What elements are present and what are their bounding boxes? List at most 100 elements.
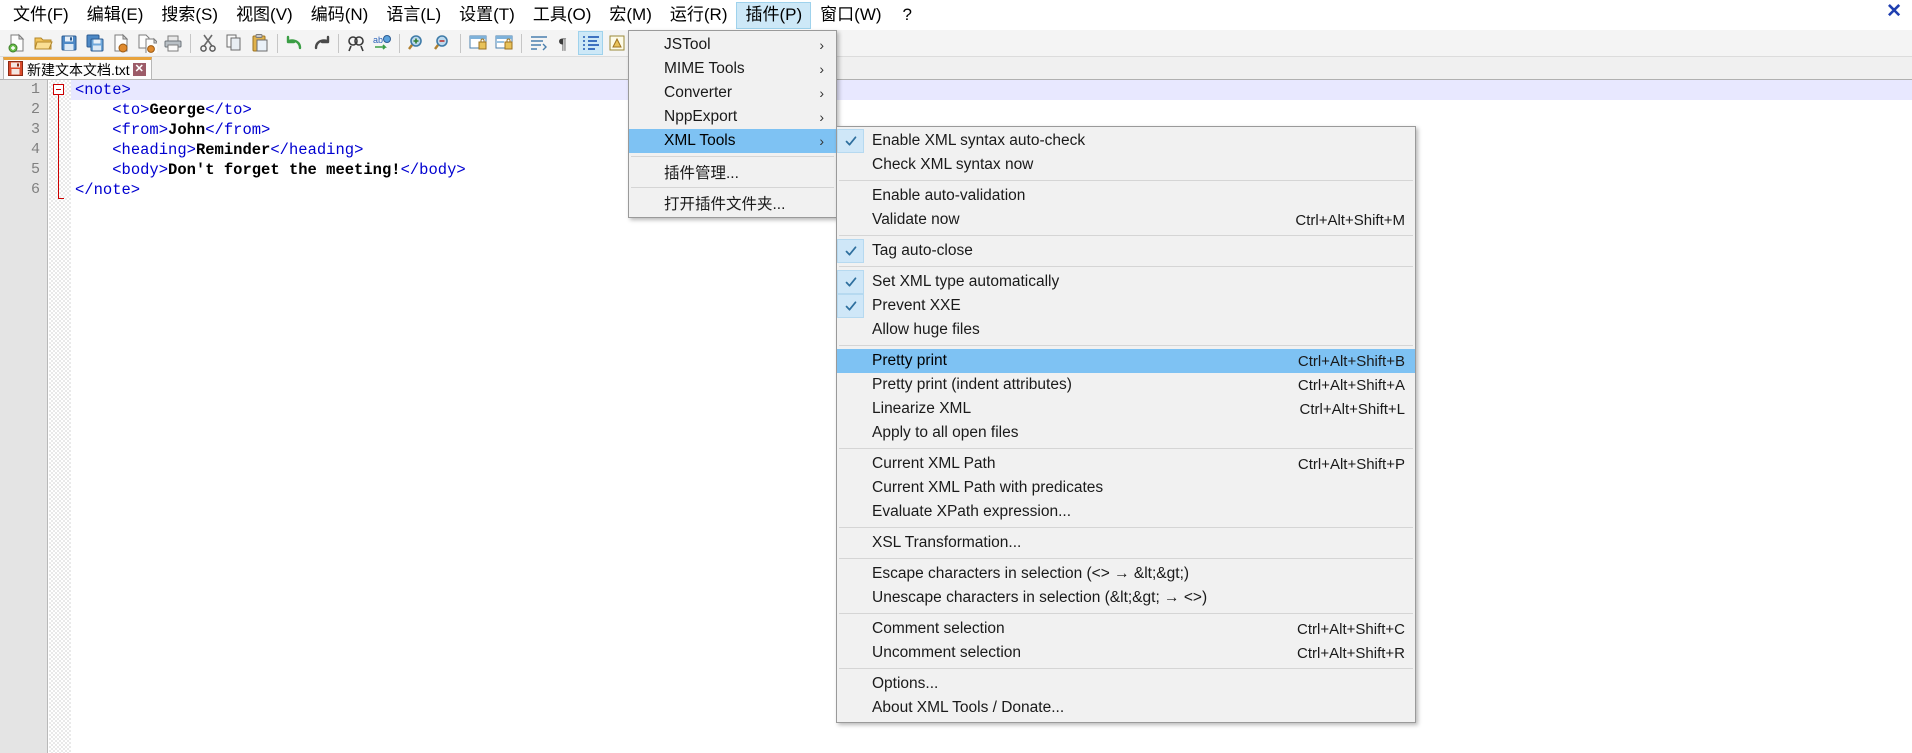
plugins-menu-item-label: NppExport: [664, 108, 738, 125]
replace-icon[interactable]: ab: [369, 31, 394, 55]
paste-icon[interactable]: [247, 31, 272, 55]
xml-tools-item-10[interactable]: Allow huge files: [837, 318, 1415, 342]
menu-12[interactable]: ?: [891, 2, 921, 29]
checkmark-icon: [837, 294, 864, 318]
xml-tools-item-30[interactable]: About XML Tools / Donate...: [837, 696, 1415, 720]
plugins-menu-item-4[interactable]: XML Tools ›: [629, 129, 836, 153]
xml-tools-item-23[interactable]: Escape characters in selection (<> → &lt…: [837, 562, 1415, 586]
cut-icon[interactable]: [195, 31, 220, 55]
xml-tools-separator: [839, 527, 1413, 528]
copy-icon[interactable]: [221, 31, 246, 55]
xml-tools-item-label: Evaluate XPath expression...: [872, 503, 1072, 520]
menu-4[interactable]: 编码(N): [302, 2, 378, 29]
tab-close-icon[interactable]: ✕: [132, 63, 146, 76]
menu-7[interactable]: 工具(O): [524, 2, 601, 29]
xml-tools-item-13[interactable]: Pretty print (indent attributes) Ctrl+Alt…: [837, 373, 1415, 397]
xml-tools-item-6[interactable]: Tag auto-close: [837, 239, 1415, 263]
ui-user-defined-dialog-icon[interactable]: [604, 31, 629, 55]
xml-tools-item-19[interactable]: Evaluate XPath expression...: [837, 500, 1415, 524]
word-wrap-icon[interactable]: [526, 31, 551, 55]
xml-tools-separator: [839, 613, 1413, 614]
print-icon[interactable]: [160, 31, 185, 55]
zoom-out-icon[interactable]: [430, 31, 455, 55]
plugins-menu-item-1[interactable]: MIME Tools ›: [629, 57, 836, 81]
show-all-chars-icon[interactable]: ¶: [552, 31, 577, 55]
plugins-menu-item-6[interactable]: 插件管理...: [629, 160, 836, 184]
xml-tools-item-21[interactable]: XSL Transformation...: [837, 531, 1415, 555]
xml-tools-item-27[interactable]: Uncomment selection Ctrl+Alt+Shift+R: [837, 641, 1415, 665]
undo-icon[interactable]: [282, 31, 307, 55]
xml-tools-item-label: Enable XML syntax auto-check: [872, 132, 1086, 149]
xml-tools-item-12[interactable]: Pretty print Ctrl+Alt+Shift+B: [837, 349, 1415, 373]
line-number: 6: [30, 181, 40, 198]
menu-9[interactable]: 运行(R): [661, 2, 737, 29]
menu-2[interactable]: 搜索(S): [152, 2, 227, 29]
svg-text:ab: ab: [373, 35, 383, 45]
xml-tools-submenu[interactable]: Enable XML syntax auto-check Check XML sy…: [836, 126, 1416, 723]
xml-tools-item-18[interactable]: Current XML Path with predicates: [837, 476, 1415, 500]
xml-tools-item-0[interactable]: Enable XML syntax auto-check: [837, 129, 1415, 153]
menu-3[interactable]: 视图(V): [227, 2, 302, 29]
close-file-icon[interactable]: [108, 31, 133, 55]
save-icon[interactable]: [56, 31, 81, 55]
plugins-menu-item-3[interactable]: NppExport ›: [629, 105, 836, 129]
xml-tools-item-label: Allow huge files: [872, 321, 980, 338]
xml-tools-item-label: XSL Transformation...: [872, 534, 1022, 551]
tab-new-text-document[interactable]: 新建文本文档.txt ✕: [3, 57, 152, 80]
open-file-icon[interactable]: [30, 31, 55, 55]
close-all-files-icon[interactable]: [134, 31, 159, 55]
plugins-menu-item-2[interactable]: Converter ›: [629, 81, 836, 105]
menu-0[interactable]: 文件(F): [4, 2, 78, 29]
menu-8[interactable]: 宏(M): [600, 2, 660, 29]
xml-tools-item-24[interactable]: Unescape characters in selection (&lt;&g…: [837, 586, 1415, 610]
xml-tools-item-label: Comment selection: [872, 620, 1005, 637]
toolbar-separator: [399, 33, 400, 53]
xml-tools-item-15[interactable]: Apply to all open files: [837, 421, 1415, 445]
toolbar-separator: [277, 33, 278, 53]
indent-guide-icon[interactable]: [578, 31, 603, 55]
checkmark-icon: [837, 270, 864, 294]
xml-tools-item-8[interactable]: Set XML type automatically: [837, 270, 1415, 294]
xml-tools-item-1[interactable]: Check XML syntax now: [837, 153, 1415, 177]
plugins-menu-item-0[interactable]: JSTool ›: [629, 33, 836, 57]
menu-5[interactable]: 语言(L): [377, 2, 450, 29]
xml-tools-item-3[interactable]: Enable auto-validation: [837, 184, 1415, 208]
menu-10[interactable]: 插件(P): [736, 1, 812, 29]
plugins-menu[interactable]: JSTool › MIME Tools › Converter › NppExport › XM…: [628, 30, 837, 218]
plugins-menu-item-8[interactable]: 打开插件文件夹...: [629, 191, 836, 215]
plugins-menu-separator: [631, 187, 834, 188]
xml-tools-item-shortcut: Ctrl+Alt+Shift+A: [1297, 376, 1405, 394]
sync-horizontal-scroll-icon[interactable]: [491, 31, 516, 55]
code-text: <note>: [75, 81, 131, 99]
find-icon[interactable]: [343, 31, 368, 55]
menu-1[interactable]: 编辑(E): [78, 2, 153, 29]
zoom-in-icon[interactable]: [404, 31, 429, 55]
xml-tools-item-label: Unescape characters in selection (&lt;&g…: [872, 589, 1208, 606]
svg-text:¶: ¶: [559, 36, 567, 53]
menu-bar: 文件(F) 编辑(E) 搜索(S) 视图(V) 编码(N) 语言(L) 设置(T) 工具(O)…: [0, 0, 1912, 30]
xml-tools-item-29[interactable]: Options...: [837, 672, 1415, 696]
chevron-right-icon: ›: [819, 37, 824, 53]
xml-tools-item-label: Pretty print (indent attributes): [872, 376, 1072, 393]
redo-icon[interactable]: [308, 31, 333, 55]
xml-tools-item-label: Tag auto-close: [872, 242, 973, 259]
sync-vertical-scroll-icon[interactable]: [465, 31, 490, 55]
xml-tools-item-17[interactable]: Current XML Path Ctrl+Alt+Shift+P: [837, 452, 1415, 476]
xml-tools-item-14[interactable]: Linearize XML Ctrl+Alt+Shift+L: [837, 397, 1415, 421]
xml-tools-item-label: Prevent XXE: [872, 297, 961, 314]
xml-tools-item-label: Linearize XML: [872, 400, 972, 417]
new-file-icon[interactable]: [4, 31, 29, 55]
xml-tools-item-26[interactable]: Comment selection Ctrl+Alt+Shift+C: [837, 617, 1415, 641]
xml-tools-item-4[interactable]: Validate now Ctrl+Alt+Shift+M: [837, 208, 1415, 232]
code-line[interactable]: 2 <to>George</to>: [0, 100, 1912, 120]
menu-11[interactable]: 窗口(W): [811, 2, 890, 29]
menu-6[interactable]: 设置(T): [450, 2, 524, 29]
xml-tools-item-9[interactable]: Prevent XXE: [837, 294, 1415, 318]
xml-tools-separator: [839, 448, 1413, 449]
code-line[interactable]: 1 <note>: [0, 80, 1912, 100]
xml-tools-item-label: Options...: [872, 675, 939, 692]
code-text: </note>: [75, 181, 141, 199]
xml-tools-item-shortcut: Ctrl+Alt+Shift+B: [1297, 352, 1405, 370]
window-close-button[interactable]: ✕: [1886, 2, 1902, 22]
save-all-icon[interactable]: [82, 31, 107, 55]
